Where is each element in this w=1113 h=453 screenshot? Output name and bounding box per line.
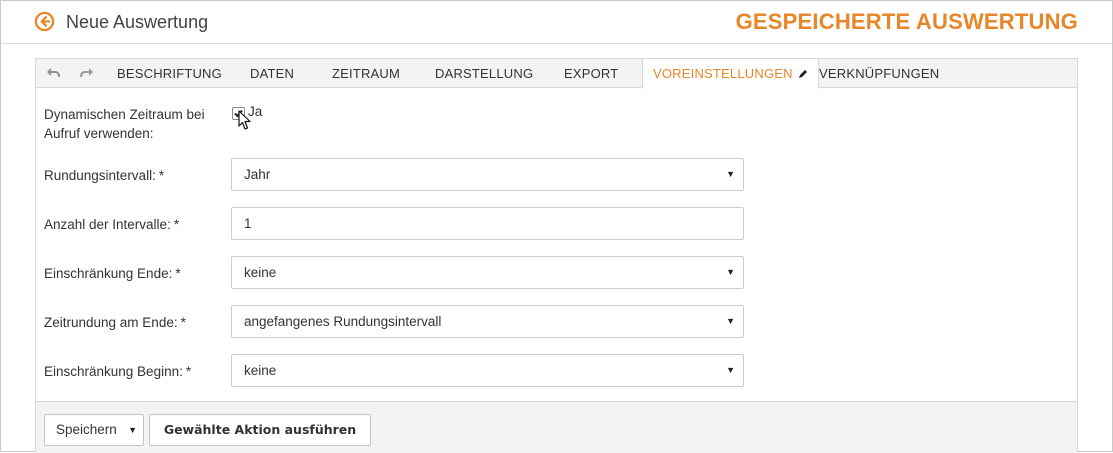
caret-down-icon: ▼ [726,169,735,179]
anzahl-intervalle-input[interactable]: 1 [231,207,744,240]
rundungsintervall-label-text: Rundungsintervall: [44,168,156,183]
anzahl-intervalle-label-text: Anzahl der Intervalle: [44,217,171,232]
einschraenkung-beginn-label-text: Einschränkung Beginn: [44,364,183,379]
mouse-pointer-icon [238,110,251,130]
zeitrundung-ende-label: Zeitrundung am Ende: * [44,313,186,332]
caret-down-icon: ▼ [726,365,735,375]
undo-icon[interactable] [45,65,61,81]
tab-voreinstellungen[interactable]: VOREINSTELLUNGEN [642,59,819,89]
required-marker: * [173,217,180,232]
action-footer: Speichern ▼ Gewählte Aktion ausführen [36,401,1077,453]
tab-verknuepfungen[interactable]: VERKNÜPFUNGEN [819,59,939,88]
redo-icon[interactable] [79,65,95,81]
tab-export[interactable]: EXPORT [564,59,618,88]
dynamic-range-label: Dynamischen Zeitraum bei Aufruf verwende… [44,105,205,143]
required-marker: * [185,364,192,379]
execute-action-button[interactable]: Gewählte Aktion ausführen [149,414,371,446]
einschraenkung-ende-select[interactable]: keine ▼ [231,256,744,289]
dynamic-range-label-line2: Aufruf verwenden: [44,126,154,141]
einschraenkung-ende-label: Einschränkung Ende: * [44,264,181,283]
rundungsintervall-label: Rundungsintervall: * [44,166,164,185]
einschraenkung-ende-label-text: Einschränkung Ende: [44,266,173,281]
einschraenkung-beginn-label: Einschränkung Beginn: * [44,362,191,381]
rundungsintervall-value: Jahr [244,167,271,182]
tab-daten[interactable]: DATEN [250,59,294,88]
required-marker: * [158,168,165,183]
required-marker: * [175,266,181,281]
caret-down-icon: ▼ [726,316,735,326]
rundungsintervall-select[interactable]: Jahr ▼ [231,158,744,191]
caret-down-icon: ▼ [128,425,137,435]
zeitrundung-ende-label-text: Zeitrundung am Ende: [44,315,178,330]
dynamic-range-label-line1: Dynamischen Zeitraum bei [44,107,205,122]
tab-beschriftung[interactable]: BESCHRIFTUNG [117,59,222,88]
page-title: Neue Auswertung [66,12,209,32]
tab-bar: BESCHRIFTUNG DATEN ZEITRAUM DARSTELLUNG … [36,59,1077,89]
save-button-label: Speichern [56,422,117,437]
zeitrundung-ende-select[interactable]: angefangenes Rundungsintervall ▼ [231,305,744,338]
pencil-icon [798,70,807,78]
tab-darstellung[interactable]: DARSTELLUNG [435,59,533,88]
required-marker: * [180,315,186,330]
settings-panel: BESCHRIFTUNG DATEN ZEITRAUM DARSTELLUNG … [35,58,1078,453]
einschraenkung-ende-value: keine [244,265,277,280]
anzahl-intervalle-label: Anzahl der Intervalle: * [44,215,179,234]
header-bar: Neue Auswertung GESPEICHERTE AUSWERTUNG [1,1,1112,44]
anzahl-intervalle-value: 1 [244,216,252,231]
save-dropdown-button[interactable]: Speichern ▼ [44,414,144,446]
einschraenkung-beginn-value: keine [244,363,277,378]
zeitrundung-ende-value: angefangenes Rundungsintervall [244,314,442,329]
arrow-left-circle-icon[interactable] [34,11,55,32]
tab-zeitraum[interactable]: ZEITRAUM [332,59,400,88]
einschraenkung-beginn-select[interactable]: keine ▼ [231,354,744,387]
tab-voreinstellungen-label: VOREINSTELLUNGEN [653,66,793,81]
caret-down-icon: ▼ [726,267,735,277]
brand-title: GESPEICHERTE AUSWERTUNG [735,9,1078,34]
